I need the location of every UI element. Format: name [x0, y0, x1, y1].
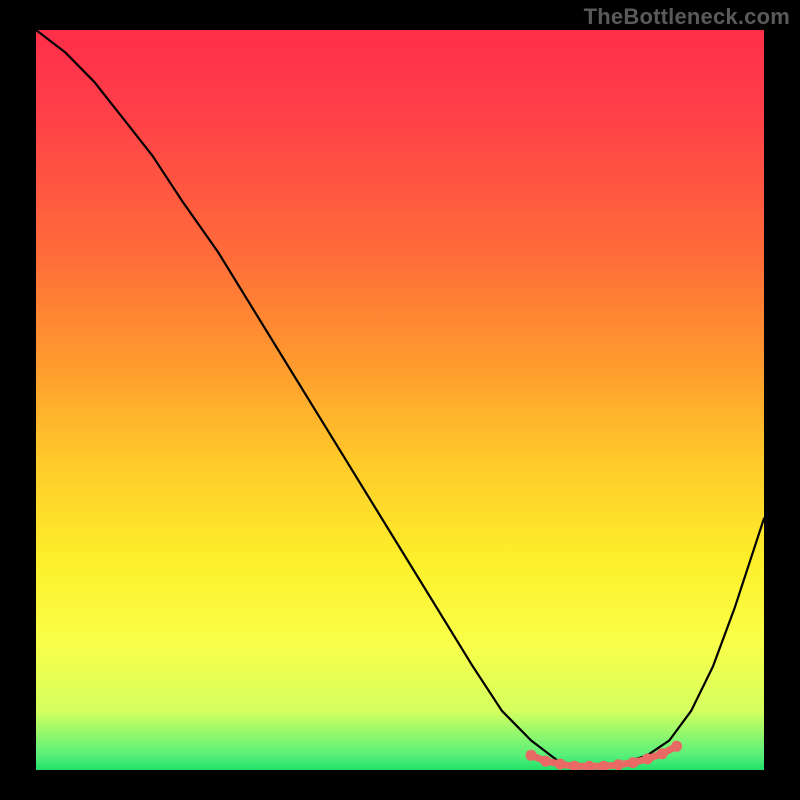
highlight-dot: [598, 761, 609, 770]
highlight-dot: [657, 748, 668, 759]
chart-frame: TheBottleneck.com: [0, 0, 800, 800]
highlight-dot: [671, 741, 682, 752]
watermark-text: TheBottleneck.com: [584, 4, 790, 30]
highlight-dot: [584, 761, 595, 770]
highlight-dot: [526, 750, 537, 761]
plot-area: [36, 30, 764, 770]
chart-svg: [36, 30, 764, 770]
highlight-dot: [628, 757, 639, 768]
bottleneck-curve: [36, 30, 764, 766]
highlight-dot: [555, 759, 566, 770]
highlight-dot: [613, 759, 624, 770]
highlight-dot: [642, 753, 653, 764]
highlight-dot: [540, 756, 551, 767]
